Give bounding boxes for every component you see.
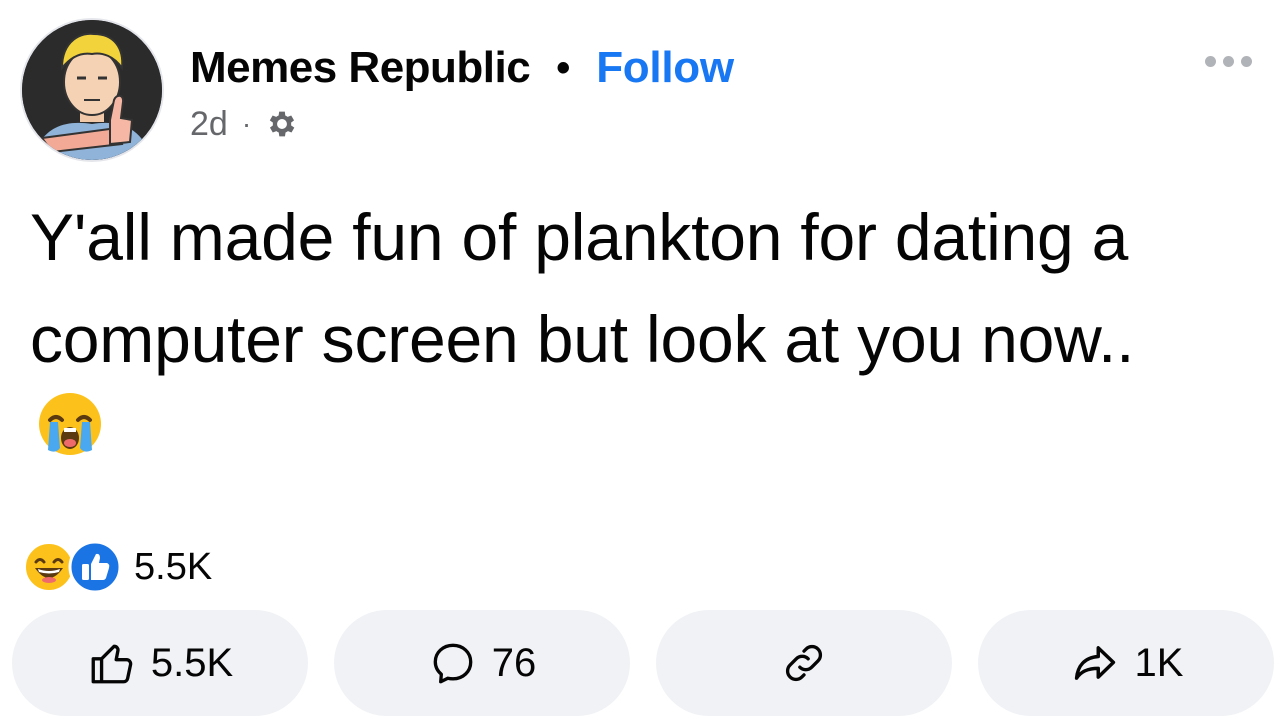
- copy-link-button[interactable]: [656, 610, 952, 716]
- more-dot-icon: [1205, 56, 1216, 67]
- gear-icon[interactable]: [265, 107, 299, 141]
- laughing-face-icon: [24, 542, 74, 592]
- page-name[interactable]: Memes Republic: [190, 43, 531, 93]
- post-text-line: Y'all made fun of plankton for dating a: [30, 200, 1129, 274]
- loudly-crying-face-icon: [36, 390, 104, 458]
- share-count: 1K: [1134, 640, 1184, 685]
- meta-separator: ·: [241, 108, 252, 139]
- post-header: Memes Republic • Follow 2d ·: [22, 20, 1262, 162]
- comment-bubble-icon: [433, 643, 473, 684]
- post-meta: 2d ·: [190, 104, 299, 144]
- comment-button[interactable]: 76: [334, 610, 630, 716]
- more-dot-icon: [1241, 56, 1252, 67]
- like-count: 5.5K: [150, 640, 234, 685]
- post-text-line: computer screen but look at you now..: [30, 302, 1135, 376]
- reaction-count: 5.5K: [134, 545, 213, 588]
- comment-count: 76: [491, 640, 537, 685]
- name-row: Memes Republic • Follow: [190, 38, 734, 98]
- post-time[interactable]: 2d: [190, 105, 228, 144]
- more-options-button[interactable]: [1199, 50, 1258, 73]
- follow-button[interactable]: Follow: [596, 43, 734, 93]
- link-icon: [785, 644, 823, 682]
- share-button[interactable]: 1K: [978, 610, 1274, 716]
- like-button[interactable]: 5.5K: [12, 610, 308, 716]
- reaction-summary[interactable]: 5.5K: [24, 540, 212, 594]
- like-outline-icon: [91, 644, 133, 684]
- share-arrow-icon: [1074, 646, 1115, 680]
- like-thumb-icon: [68, 540, 122, 594]
- separator-dot: •: [556, 45, 571, 90]
- more-dot-icon: [1223, 56, 1234, 67]
- page-avatar[interactable]: [22, 20, 162, 160]
- reaction-icons: [24, 540, 124, 594]
- avatar-thumbs-up-guy-image: [22, 20, 162, 160]
- post-text: Y'all made fun of plankton for dating a …: [30, 186, 1260, 390]
- action-bar: 5.5K 76 1K: [12, 610, 1274, 716]
